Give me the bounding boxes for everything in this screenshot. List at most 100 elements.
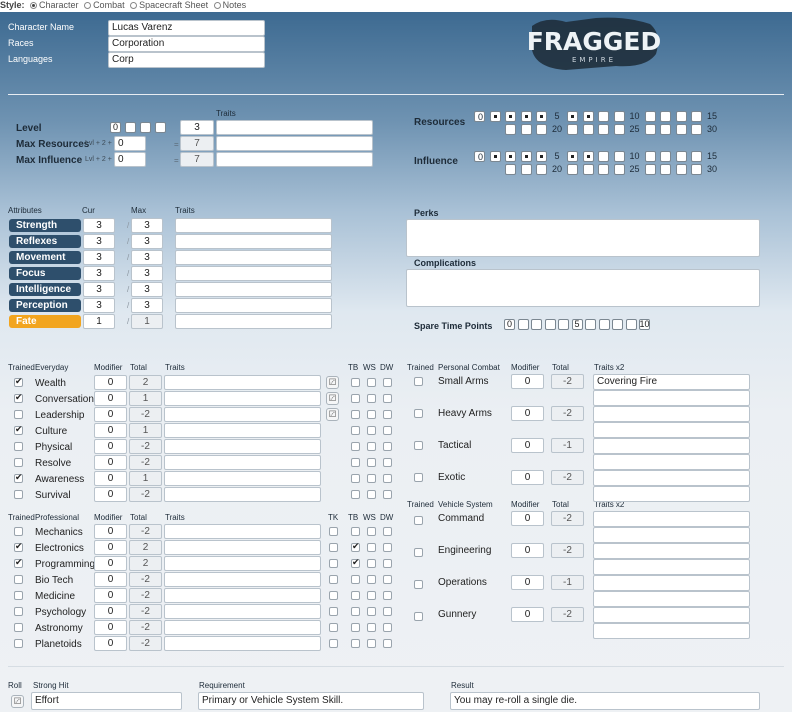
skill-bio-tech-tk-checkbox[interactable] <box>329 575 338 584</box>
skill-leadership-dw-checkbox[interactable] <box>383 410 392 419</box>
level-box-3[interactable] <box>155 122 166 133</box>
attribute-reflexes-max[interactable]: 3 <box>131 234 163 249</box>
skill-awareness-modifier[interactable]: 0 <box>94 471 127 486</box>
combat-heavy-arms-trained-checkbox[interactable] <box>414 409 423 418</box>
attribute-perception-max[interactable]: 3 <box>131 298 163 313</box>
influence-track-box[interactable] <box>489 151 501 162</box>
resources-track-box[interactable] <box>520 124 532 135</box>
skill-wealth-roll-button[interactable]: ⚂ <box>326 376 339 389</box>
skill-wealth-ws-checkbox[interactable] <box>367 378 376 387</box>
attribute-strength-cur[interactable]: 3 <box>83 218 115 233</box>
influence-track-box[interactable] <box>675 164 687 175</box>
skill-astronomy-tb-checkbox[interactable] <box>351 623 360 632</box>
style-option-combat[interactable]: Combat <box>93 0 125 10</box>
skill-planetoids-modifier[interactable]: 0 <box>94 636 127 651</box>
perks-field[interactable] <box>406 219 760 257</box>
resources-track-box[interactable] <box>536 124 547 135</box>
skill-bio-tech-tb-checkbox[interactable] <box>351 575 360 584</box>
skill-wealth-dw-checkbox[interactable] <box>383 378 392 387</box>
spare-time-box[interactable] <box>544 319 556 330</box>
skill-wealth-traits[interactable] <box>164 375 321 390</box>
skill-psychology-ws-checkbox[interactable] <box>367 607 376 616</box>
skill-resolve-ws-checkbox[interactable] <box>367 458 376 467</box>
combat-small-arms-trait-2[interactable] <box>593 390 750 406</box>
skill-psychology-modifier[interactable]: 0 <box>94 604 127 619</box>
resources-track-box[interactable] <box>567 111 578 122</box>
resources-track-box[interactable] <box>644 111 656 122</box>
level-box-2[interactable] <box>140 122 151 133</box>
style-option-character[interactable]: Character <box>39 0 79 10</box>
influence-track-box[interactable] <box>582 164 594 175</box>
skill-bio-tech-ws-checkbox[interactable] <box>367 575 376 584</box>
vehicle-gunnery-trait-1[interactable] <box>593 607 750 623</box>
skill-culture-trained-checkbox[interactable] <box>14 424 23 435</box>
skill-resolve-tb-checkbox[interactable] <box>351 458 360 467</box>
resources-track-box[interactable] <box>582 124 594 135</box>
character-name-field[interactable]: Lucas Varenz <box>108 20 265 36</box>
skill-mechanics-tb-checkbox[interactable] <box>351 527 360 536</box>
spare-time-box[interactable]: 5 <box>571 319 583 330</box>
combat-exotic-trait-2[interactable] <box>593 486 750 502</box>
level-traits-field[interactable] <box>216 120 373 135</box>
vehicle-command-trait-1[interactable] <box>593 511 750 527</box>
influence-track-box[interactable] <box>691 164 702 175</box>
attribute-strength-max[interactable]: 3 <box>131 218 163 233</box>
skill-astronomy-trained-checkbox[interactable] <box>14 623 23 632</box>
attribute-fate-cur[interactable]: 1 <box>83 314 115 329</box>
skill-planetoids-ws-checkbox[interactable] <box>367 639 376 648</box>
attribute-reflexes-traits[interactable] <box>175 234 332 249</box>
level-box-1[interactable] <box>125 122 136 133</box>
skill-conversation-roll-button[interactable]: ⚂ <box>326 392 339 405</box>
skill-medicine-trained-checkbox[interactable] <box>14 591 23 600</box>
combat-tactical-trait-1[interactable] <box>593 438 750 454</box>
combat-tactical-trained-checkbox[interactable] <box>414 441 423 450</box>
attribute-movement-cur[interactable]: 3 <box>83 250 115 265</box>
resources-track-box[interactable] <box>520 111 532 122</box>
combat-heavy-arms-modifier[interactable]: 0 <box>511 406 544 421</box>
skill-programming-trained-checkbox[interactable] <box>14 557 23 568</box>
vehicle-gunnery-trait-2[interactable] <box>593 623 750 639</box>
spare-time-box[interactable] <box>531 319 542 330</box>
skill-conversation-ws-checkbox[interactable] <box>367 394 376 403</box>
skill-survival-tb-checkbox[interactable] <box>351 490 360 499</box>
attribute-intelligence-traits[interactable] <box>175 282 332 297</box>
attribute-focus-max[interactable]: 3 <box>131 266 163 281</box>
skill-astronomy-traits[interactable] <box>164 620 321 635</box>
skill-culture-modifier[interactable]: 0 <box>94 423 127 438</box>
skill-psychology-trained-checkbox[interactable] <box>14 607 23 616</box>
skill-electronics-traits[interactable] <box>164 540 321 555</box>
max-influence-traits-field[interactable] <box>216 152 373 167</box>
resources-track-box[interactable] <box>675 111 687 122</box>
attribute-fate-traits[interactable] <box>175 314 332 329</box>
vehicle-command-trait-2[interactable] <box>593 527 750 543</box>
skill-culture-traits[interactable] <box>164 423 321 438</box>
languages-field[interactable]: Corp <box>108 52 265 68</box>
skill-electronics-ws-checkbox[interactable] <box>367 543 376 552</box>
skill-leadership-traits[interactable] <box>164 407 321 422</box>
skill-medicine-modifier[interactable]: 0 <box>94 588 127 603</box>
skill-astronomy-ws-checkbox[interactable] <box>367 623 376 632</box>
spare-time-box[interactable]: 10 <box>639 319 650 330</box>
skill-mechanics-ws-checkbox[interactable] <box>367 527 376 536</box>
skill-conversation-modifier[interactable]: 0 <box>94 391 127 406</box>
attribute-intelligence-max[interactable]: 3 <box>131 282 163 297</box>
vehicle-gunnery-trained-checkbox[interactable] <box>414 612 423 621</box>
skill-bio-tech-traits[interactable] <box>164 572 321 587</box>
resources-track-box[interactable] <box>660 111 671 122</box>
skill-planetoids-tb-checkbox[interactable] <box>351 639 360 648</box>
influence-track-box[interactable] <box>613 164 625 175</box>
max-resources-traits-field[interactable] <box>216 136 373 151</box>
resources-track-box[interactable] <box>505 124 516 135</box>
vehicle-command-modifier[interactable]: 0 <box>511 511 544 526</box>
skill-bio-tech-trained-checkbox[interactable] <box>14 575 23 584</box>
resources-track-box[interactable] <box>691 124 702 135</box>
skill-programming-traits[interactable] <box>164 556 321 571</box>
skill-awareness-traits[interactable] <box>164 471 321 486</box>
style-radio-spacecraft[interactable] <box>130 2 138 9</box>
skill-electronics-trained-checkbox[interactable] <box>14 541 23 552</box>
skill-conversation-trained-checkbox[interactable] <box>14 392 23 403</box>
skill-physical-traits[interactable] <box>164 439 321 454</box>
vehicle-engineering-modifier[interactable]: 0 <box>511 543 544 558</box>
skill-wealth-trained-checkbox[interactable] <box>14 376 23 387</box>
resources-track-box[interactable] <box>505 111 516 122</box>
